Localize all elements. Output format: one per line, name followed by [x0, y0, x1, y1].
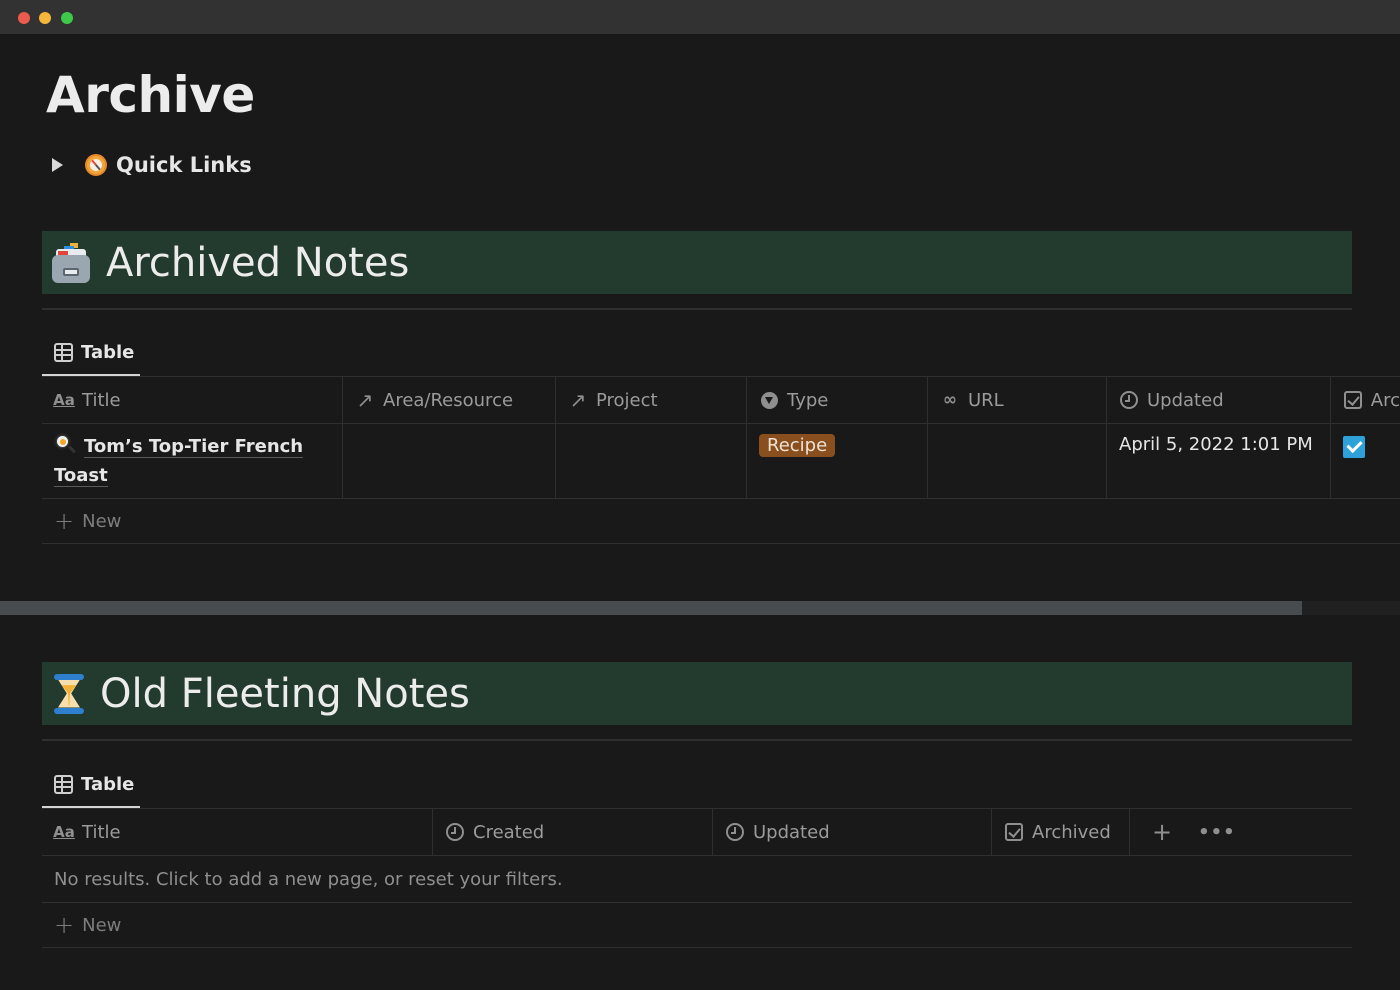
column-actions: + ••• [1130, 809, 1352, 855]
archived-notes-table: Aa Title ↗ Area/Resource ↗ Project Type … [42, 376, 1400, 544]
tab-table[interactable]: Table [42, 762, 140, 809]
column-header-created[interactable]: Created [433, 809, 713, 855]
add-new-row-button[interactable]: + New [42, 903, 1352, 948]
window-maximize-button[interactable] [61, 12, 73, 24]
column-label: Area/Resource [383, 389, 514, 411]
column-header-project[interactable]: ↗ Project [556, 377, 747, 423]
window-close-button[interactable] [18, 12, 30, 24]
checkbox-icon [1343, 390, 1363, 410]
tab-label: Table [81, 341, 135, 363]
frying-pan-egg-icon [54, 433, 76, 455]
column-label: URL [968, 389, 1004, 411]
table-row[interactable]: Tom’s Top-Tier French Toast Recipe April… [42, 424, 1400, 499]
window-minimize-button[interactable] [39, 12, 51, 24]
page-link-continued[interactable]: Toast [54, 465, 108, 487]
column-header-title[interactable]: Aa Title [42, 377, 343, 423]
checkbox-icon [1004, 822, 1024, 842]
add-property-button[interactable]: + [1140, 818, 1172, 846]
more-options-button[interactable]: ••• [1198, 822, 1236, 843]
plus-icon: + [54, 507, 75, 535]
column-label: Type [787, 389, 829, 411]
updated-cell: April 5, 2022 1:01 PM [1107, 424, 1331, 498]
column-label: Updated [1147, 389, 1224, 411]
table-header: Aa Title Created Updated Archived + ••• [42, 808, 1352, 856]
database-title[interactable]: Archived Notes [106, 240, 409, 286]
scrollbar-thumb[interactable] [0, 601, 1302, 615]
divider [42, 739, 1352, 741]
column-label: Title [82, 821, 121, 843]
quick-links-toggle[interactable]: Quick Links [52, 148, 252, 182]
column-label: Created [473, 821, 545, 843]
window-titlebar [0, 0, 1400, 34]
column-header-title[interactable]: Aa Title [42, 809, 433, 855]
column-header-archived[interactable]: Arc [1331, 377, 1400, 423]
database-title[interactable]: Old Fleeting Notes [100, 671, 470, 717]
column-label: Updated [753, 821, 830, 843]
relation-arrow-icon: ↗ [569, 388, 587, 412]
text-aa-icon: Aa [53, 823, 75, 841]
card-file-box-icon [52, 242, 90, 283]
type-tag[interactable]: Recipe [759, 434, 836, 457]
column-header-updated[interactable]: Updated [713, 809, 992, 855]
add-new-row-button[interactable]: + New [42, 499, 1400, 544]
area-resource-cell[interactable] [343, 424, 556, 498]
table-header: Aa Title ↗ Area/Resource ↗ Project Type … [42, 376, 1400, 424]
table-icon [54, 342, 73, 362]
type-cell[interactable]: Recipe [747, 424, 928, 498]
clock-icon [445, 822, 465, 842]
table-icon [54, 774, 73, 794]
page-link[interactable]: Tom’s Top-Tier French [84, 436, 304, 458]
title-cell[interactable]: Tom’s Top-Tier French Toast [42, 424, 343, 498]
url-cell[interactable] [928, 424, 1107, 498]
divider [42, 308, 1352, 310]
select-icon [759, 390, 779, 410]
old-fleeting-notes-table: Aa Title Created Updated Archived + ••• … [42, 808, 1352, 948]
tab-table[interactable]: Table [42, 330, 140, 377]
column-header-url[interactable]: ∞ URL [928, 377, 1107, 423]
plus-icon: + [54, 911, 75, 939]
column-header-updated[interactable]: Updated [1107, 377, 1331, 423]
column-label: Project [596, 389, 658, 411]
empty-state-row[interactable]: No results. Click to add a new page, or … [42, 856, 1352, 903]
project-cell[interactable] [556, 424, 747, 498]
link-icon: ∞ [942, 390, 958, 410]
clock-icon [725, 822, 745, 842]
quick-links-label[interactable]: Quick Links [116, 153, 252, 177]
toggle-arrow-icon[interactable] [52, 158, 63, 172]
hourglass-icon [54, 673, 84, 714]
archived-checkbox[interactable] [1343, 436, 1365, 458]
column-header-area-resource[interactable]: ↗ Area/Resource [343, 377, 556, 423]
new-label: New [82, 914, 122, 936]
relation-arrow-icon: ↗ [356, 388, 374, 412]
old-fleeting-notes-banner: Old Fleeting Notes [42, 662, 1352, 725]
column-label: Arc [1370, 389, 1400, 411]
column-header-type[interactable]: Type [747, 377, 928, 423]
tab-label: Table [81, 773, 135, 795]
page-title: Archive [46, 66, 255, 124]
updated-value: April 5, 2022 1:01 PM [1119, 434, 1313, 455]
clock-icon [1119, 390, 1139, 410]
compass-icon [85, 154, 107, 176]
new-label: New [82, 510, 122, 532]
text-aa-icon: Aa [53, 391, 75, 409]
archived-notes-banner: Archived Notes [42, 231, 1352, 294]
column-label: Archived [1032, 821, 1111, 843]
horizontal-scrollbar[interactable] [0, 601, 1400, 615]
archived-cell[interactable] [1331, 424, 1400, 498]
empty-message[interactable]: No results. Click to add a new page, or … [54, 869, 563, 890]
column-header-archived[interactable]: Archived [992, 809, 1130, 855]
column-label: Title [82, 389, 121, 411]
